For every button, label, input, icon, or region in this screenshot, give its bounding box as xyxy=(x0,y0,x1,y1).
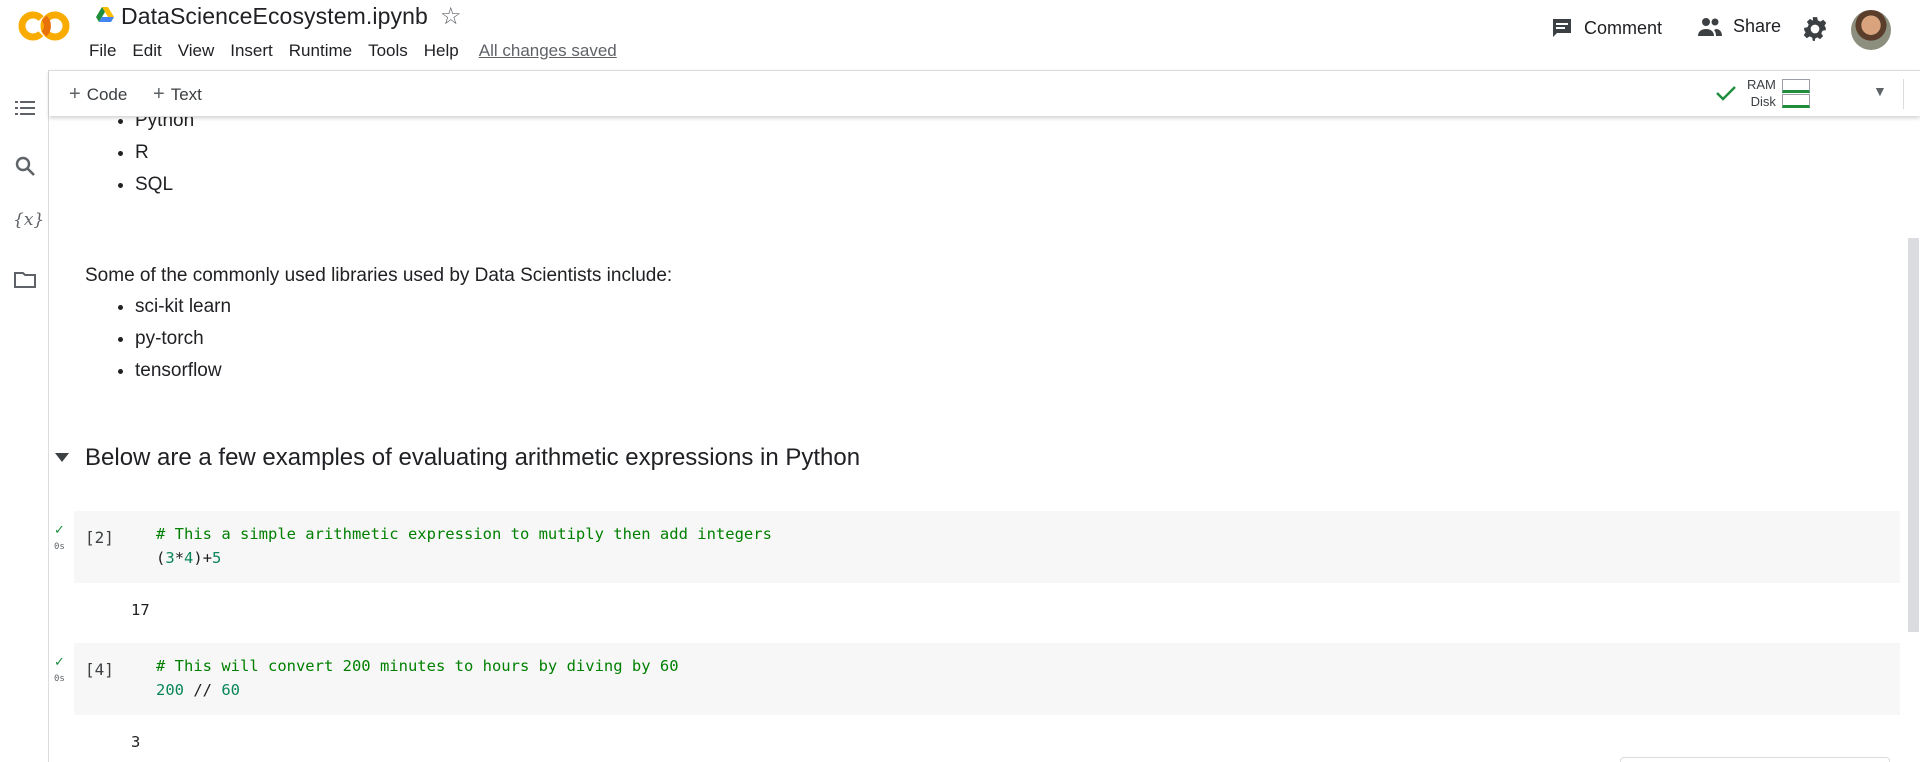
run-time: 0s xyxy=(54,674,65,684)
disk-label: Disk xyxy=(1750,94,1776,109)
menu-bar: File Edit View Insert Runtime Tools Help… xyxy=(81,40,617,62)
menu-runtime[interactable]: Runtime xyxy=(281,40,360,62)
run-success-check-icon: ✓ xyxy=(54,522,65,537)
share-button[interactable]: Share xyxy=(1697,16,1781,37)
add-text-label: Text xyxy=(170,84,202,104)
plus-icon: + xyxy=(69,83,81,105)
share-label: Share xyxy=(1733,16,1782,36)
menu-tools[interactable]: Tools xyxy=(360,40,416,62)
settings-gear-icon[interactable] xyxy=(1802,16,1828,42)
code-comment: # This a simple arithmetic expression to… xyxy=(156,525,772,543)
notebook-toolbar: + Code + Text RAM Disk ▼ xyxy=(49,70,1920,116)
comment-label: Comment xyxy=(1584,17,1663,38)
section-collapse-caret-icon[interactable] xyxy=(55,453,69,463)
people-icon xyxy=(1698,17,1722,36)
code-editor[interactable]: # This will convert 200 minutes to hours… xyxy=(156,654,679,702)
comment-icon xyxy=(1553,19,1571,37)
list-item: SQL xyxy=(135,169,194,201)
list-item: R xyxy=(135,137,194,169)
list-item: sci-kit learn xyxy=(135,291,231,323)
cell-run-status[interactable]: ✓ 0s xyxy=(54,522,65,554)
code-cell[interactable]: # This a simple arithmetic expression to… xyxy=(74,511,1900,583)
disk-usage-bar xyxy=(1781,93,1810,108)
cell-run-status[interactable]: ✓ 0s xyxy=(54,654,65,686)
notebook-content: Python R SQL Some of the commonly used l… xyxy=(49,117,1902,762)
execution-count: [2] xyxy=(85,528,114,547)
chevron-down-icon[interactable]: ▼ xyxy=(1873,83,1887,99)
list-item: Python xyxy=(135,117,194,137)
execution-count: [4] xyxy=(85,660,114,679)
code-token: 5 xyxy=(212,549,222,567)
list-item: py-torch xyxy=(135,323,231,355)
colab-logo[interactable] xyxy=(16,8,72,44)
app-header: DataScienceEcosystem.ipynb ☆ File Edit V… xyxy=(0,0,1920,70)
menu-file[interactable]: File xyxy=(81,40,124,62)
add-text-cell-button[interactable]: + Text xyxy=(153,83,202,106)
ram-label: RAM xyxy=(1747,77,1776,92)
code-token: 4 xyxy=(184,549,194,567)
code-token: )+ xyxy=(193,549,213,567)
add-code-label: Code xyxy=(86,84,128,104)
table-of-contents-icon[interactable] xyxy=(13,96,37,120)
comment-button[interactable]: Comment xyxy=(1550,16,1662,40)
user-avatar[interactable] xyxy=(1851,10,1891,50)
save-status[interactable]: All changes saved xyxy=(479,41,617,61)
vertical-scrollbar[interactable] xyxy=(1908,238,1919,632)
connected-check-icon xyxy=(1716,86,1736,101)
menu-help[interactable]: Help xyxy=(416,40,467,62)
cell-output: 17 xyxy=(131,601,150,619)
plus-icon: + xyxy=(153,83,165,105)
notebook-title[interactable]: DataScienceEcosystem.ipynb xyxy=(121,3,428,30)
code-token: ( xyxy=(156,549,166,567)
menu-view[interactable]: View xyxy=(170,40,223,62)
code-cell[interactable]: # This will convert 200 minutes to hours… xyxy=(74,643,1900,715)
libraries-list: sci-kit learn py-torch tensorflow xyxy=(135,291,231,387)
search-icon[interactable] xyxy=(13,154,37,178)
resource-monitor[interactable]: RAM Disk xyxy=(1715,76,1810,110)
code-editor[interactable]: # This a simple arithmetic expression to… xyxy=(156,522,772,570)
variables-icon[interactable]: {x} xyxy=(13,210,44,234)
menu-edit[interactable]: Edit xyxy=(124,40,169,62)
code-comment: # This will convert 200 minutes to hours… xyxy=(156,657,679,675)
code-token: 3 xyxy=(165,549,175,567)
toolbar-divider xyxy=(1903,79,1904,109)
folder-icon[interactable] xyxy=(13,268,37,292)
languages-list: Python R SQL xyxy=(135,117,194,201)
list-item: tensorflow xyxy=(135,355,231,387)
star-icon[interactable]: ☆ xyxy=(440,2,462,31)
ram-usage-bar xyxy=(1781,78,1810,93)
run-success-check-icon: ✓ xyxy=(54,654,65,669)
libraries-intro-text: Some of the commonly used libraries used… xyxy=(85,265,673,286)
cell-toolbar[interactable] xyxy=(1620,757,1890,762)
code-token: 200 xyxy=(156,681,184,699)
code-token: * xyxy=(174,549,185,567)
code-token: // xyxy=(184,681,222,699)
add-code-cell-button[interactable]: + Code xyxy=(69,83,127,106)
run-time: 0s xyxy=(54,542,65,552)
section-heading: Below are a few examples of evaluating a… xyxy=(85,444,861,471)
code-token: 60 xyxy=(221,681,240,699)
google-drive-icon xyxy=(96,7,114,22)
left-sidebar: {x} xyxy=(0,70,49,762)
menu-insert[interactable]: Insert xyxy=(222,40,281,62)
cell-output: 3 xyxy=(131,733,141,751)
